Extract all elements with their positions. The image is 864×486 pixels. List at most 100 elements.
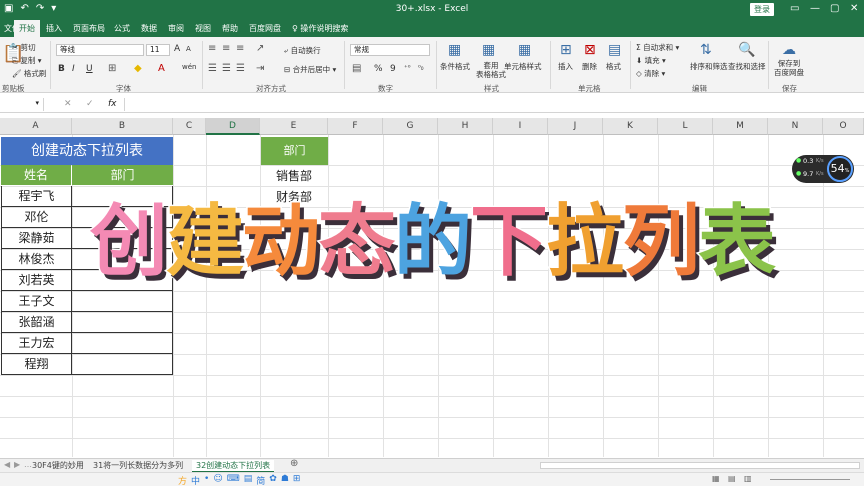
header-name-cell[interactable]: 姓名: [1, 165, 71, 185]
format-painter-button[interactable]: 🖌 格式刷: [12, 68, 46, 79]
name-cell[interactable]: 程翔: [1, 354, 72, 375]
bold-button[interactable]: B: [58, 64, 65, 74]
border-icon[interactable]: ⊞: [108, 63, 116, 74]
column-header-c[interactable]: C: [173, 118, 206, 135]
name-cell[interactable]: 程宇飞: [1, 186, 72, 207]
dept-list-header[interactable]: 部门: [261, 137, 328, 165]
delete-cells-icon[interactable]: ⊠: [584, 42, 596, 58]
insert-cells-button[interactable]: 插入: [558, 61, 573, 72]
align-bottom-icon[interactable]: ≡: [236, 43, 244, 54]
tab-view[interactable]: 视图: [195, 23, 211, 34]
format-cells-button[interactable]: 格式: [606, 61, 621, 72]
name-cell[interactable]: 刘若英: [1, 270, 72, 291]
sort-filter-icon[interactable]: ⇅: [700, 42, 712, 58]
format-as-table-button[interactable]: 套用 表格格式: [476, 61, 506, 79]
grow-font-button[interactable]: A: [174, 44, 180, 54]
fx-icon[interactable]: fx: [108, 99, 117, 109]
ime-icon[interactable]: •: [204, 474, 209, 486]
font-color-icon[interactable]: A: [158, 63, 165, 74]
align-top-icon[interactable]: ≡: [208, 43, 216, 54]
fill-color-icon[interactable]: ◆: [134, 63, 142, 74]
network-speed-widget[interactable]: ● 0.3 K/s ● 9.7 K/s 54%: [792, 155, 854, 183]
decrease-decimal-button[interactable]: ⁰₀: [418, 64, 424, 72]
tab-page-layout[interactable]: 页面布局: [73, 23, 105, 34]
sort-filter-button[interactable]: 排序和筛选: [690, 61, 728, 72]
ime-icon[interactable]: 中: [191, 474, 200, 486]
column-header-b[interactable]: B: [72, 118, 173, 135]
next-sheet-icon[interactable]: ▶: [14, 460, 20, 469]
align-left-icon[interactable]: ☰: [208, 63, 217, 74]
ime-icon[interactable]: ⊞: [293, 474, 301, 486]
view-layout-icon[interactable]: ▤: [728, 474, 736, 483]
column-header-a[interactable]: A: [0, 118, 72, 135]
cell-styles-icon[interactable]: ▦: [518, 42, 531, 58]
sheet-tab[interactable]: 30F4键的妙用: [32, 460, 84, 471]
enter-icon[interactable]: ✓: [86, 99, 94, 109]
ime-icon[interactable]: 方: [178, 474, 187, 486]
column-header-d[interactable]: D: [206, 118, 260, 135]
ime-icon[interactable]: ✿: [269, 474, 277, 486]
align-right-icon[interactable]: ☰: [236, 63, 245, 74]
column-header-g[interactable]: G: [383, 118, 438, 135]
dept-cell[interactable]: [72, 312, 173, 333]
percent-button[interactable]: %: [374, 64, 383, 74]
cut-button[interactable]: ✂ 剪切: [12, 42, 36, 53]
name-box-dropdown-icon[interactable]: ▾: [35, 99, 39, 107]
clear-button[interactable]: ◇ 清除 ▾: [636, 68, 665, 79]
ime-icon[interactable]: ▤: [244, 474, 253, 486]
horizontal-scrollbar[interactable]: [540, 462, 860, 469]
dept-list-item[interactable]: 销售部: [260, 166, 328, 186]
dept-cell[interactable]: [72, 354, 173, 375]
more-sheets-icon[interactable]: …: [24, 460, 32, 469]
underline-button[interactable]: U: [86, 64, 93, 74]
column-header-f[interactable]: F: [328, 118, 383, 135]
ime-icon[interactable]: ☺: [213, 474, 222, 486]
header-dept-cell[interactable]: 部门: [72, 165, 173, 185]
name-cell[interactable]: 梁静茹: [1, 228, 72, 249]
fill-button[interactable]: ⬇ 填充 ▾: [636, 55, 666, 66]
insert-cells-icon[interactable]: ⊞: [560, 42, 572, 58]
close-button[interactable]: ✕: [850, 3, 858, 14]
column-header-j[interactable]: J: [548, 118, 603, 135]
font-size-select[interactable]: 11: [146, 44, 170, 56]
merge-center-button[interactable]: ⊟ 合并后居中 ▾: [284, 64, 336, 75]
orientation-icon[interactable]: ↗: [256, 43, 264, 54]
sheet-tab[interactable]: 31将一列长数据分为多列: [93, 460, 183, 471]
accounting-icon[interactable]: ▤: [352, 63, 361, 74]
formula-input[interactable]: [126, 98, 864, 111]
ribbon-display-icon[interactable]: ▭: [790, 3, 799, 14]
font-name-select[interactable]: 等线: [56, 44, 144, 56]
prev-sheet-icon[interactable]: ◀: [4, 460, 10, 469]
column-header-n[interactable]: N: [768, 118, 823, 135]
ime-icon[interactable]: ⌨: [227, 474, 240, 486]
cell-styles-button[interactable]: 单元格样式: [504, 61, 542, 72]
align-center-icon[interactable]: ☰: [222, 63, 231, 74]
column-header-e[interactable]: E: [260, 118, 328, 135]
increase-decimal-button[interactable]: ⁺⁰: [404, 64, 411, 72]
name-cell[interactable]: 王力宏: [1, 333, 72, 354]
baidu-cloud-icon[interactable]: ☁: [782, 42, 796, 58]
align-middle-icon[interactable]: ≡: [222, 43, 230, 54]
name-cell[interactable]: 邓伦: [1, 207, 72, 228]
dept-cell[interactable]: [72, 333, 173, 354]
view-normal-icon[interactable]: ▦: [712, 474, 720, 483]
add-sheet-icon[interactable]: ⊕: [290, 458, 298, 469]
column-header-k[interactable]: K: [603, 118, 658, 135]
maximize-button[interactable]: ▢: [830, 3, 839, 14]
find-select-icon[interactable]: 🔍: [738, 42, 755, 58]
login-button[interactable]: 登录: [750, 3, 774, 16]
name-cell[interactable]: 林俊杰: [1, 249, 72, 270]
minimize-button[interactable]: —: [810, 3, 820, 14]
autosum-button[interactable]: Σ 自动求和 ▾: [636, 42, 679, 53]
wrap-text-button[interactable]: ⤶ 自动换行: [284, 45, 321, 56]
tab-home[interactable]: 开始: [14, 20, 40, 37]
ime-icon[interactable]: 简: [256, 474, 265, 486]
column-header-l[interactable]: L: [658, 118, 713, 135]
tab-help[interactable]: 帮助: [222, 23, 238, 34]
view-break-icon[interactable]: ▥: [744, 474, 752, 483]
dept-cell[interactable]: [72, 291, 173, 312]
column-header-m[interactable]: M: [713, 118, 768, 135]
shrink-font-button[interactable]: A: [186, 45, 191, 53]
delete-cells-button[interactable]: 删除: [582, 61, 597, 72]
phonetic-button[interactable]: wén: [182, 63, 196, 71]
